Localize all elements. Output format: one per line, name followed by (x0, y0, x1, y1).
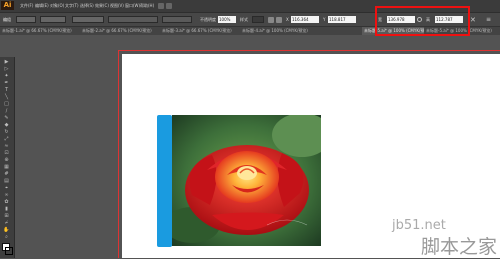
direct-selection-icon[interactable]: ▷ (3, 66, 10, 72)
gradient-tool-icon[interactable]: ▤ (3, 178, 10, 184)
document-tab[interactable]: 未标题-3.ai* @ 66.67% (CMYK/预览) (160, 27, 240, 35)
scale-tool-icon[interactable]: ⤢ (3, 136, 10, 142)
hand-tool-icon[interactable]: ✋ (3, 227, 10, 233)
tools-panel: ▶ ▷ ✦ ✒ T ╲ □ ∕ ✎ ◆ ↻ ⤢ ≈ ⊡ ⊕ ▦ # ▤ ⌖ ∞ … (0, 57, 15, 258)
pen-tool-icon[interactable]: ✒ (3, 80, 10, 86)
menu-select[interactable]: 选择(S) (80, 3, 94, 9)
rotate-tool-icon[interactable]: ↻ (3, 129, 10, 135)
line-tool-icon[interactable]: ╲ (3, 94, 10, 100)
selection-type-label: 编组 (3, 17, 11, 22)
bleed-guide-top (118, 50, 500, 51)
artboard-tool-icon[interactable]: ⊞ (3, 213, 10, 219)
pencil-tool-icon[interactable]: ✎ (3, 115, 10, 121)
shape-builder-icon[interactable]: ⊕ (3, 157, 10, 163)
magic-wand-icon[interactable]: ✦ (3, 73, 10, 79)
eyedropper-tool-icon[interactable]: ⌖ (3, 185, 10, 191)
document-tab[interactable]: 未标题-4.ai* @ 100% (CMYK/预览) (240, 27, 362, 35)
x-field[interactable]: 116.364 (291, 16, 319, 23)
transform-icon[interactable] (276, 17, 282, 23)
watermark-url: jb51.net (392, 218, 446, 233)
menu-help[interactable]: 帮助(H) (140, 3, 154, 9)
menu-window[interactable]: 窗口(W) (125, 3, 140, 9)
menu-edit[interactable]: 编辑(E) (35, 3, 49, 9)
style-dropdown[interactable] (252, 16, 264, 23)
panel-menu-icon[interactable]: ≡ (486, 16, 491, 23)
menu-object[interactable]: 对象(O) (50, 3, 64, 9)
opacity-field[interactable]: 100% (218, 16, 236, 23)
eraser-tool-icon[interactable]: ◆ (3, 122, 10, 128)
blue-rectangle-shape[interactable] (157, 115, 172, 247)
column-graph-icon[interactable]: ▮ (3, 206, 10, 212)
bridge-icon[interactable] (158, 3, 164, 9)
menu-view[interactable]: 视图(V) (110, 3, 124, 9)
style-label: 样式 (240, 17, 248, 22)
app-logo: Ai (1, 1, 14, 10)
y-label: Y (323, 17, 326, 22)
stroke-dropdown[interactable] (16, 16, 36, 23)
blend-tool-icon[interactable]: ∞ (3, 192, 10, 198)
free-transform-icon[interactable]: ⊡ (3, 150, 10, 156)
width-tool-icon[interactable]: ≈ (3, 143, 10, 149)
document-tab[interactable]: 未标题-1.ai* @ 66.67% (CMYK/预览) (0, 27, 80, 35)
menu-effect[interactable]: 效果(C) (95, 3, 109, 9)
symbol-sprayer-icon[interactable]: ✿ (3, 199, 10, 205)
align-icon[interactable] (268, 17, 274, 23)
perspective-grid-icon[interactable]: ▦ (3, 164, 10, 170)
slice-tool-icon[interactable]: ⌿ (3, 220, 10, 226)
mesh-tool-icon[interactable]: # (3, 171, 10, 177)
menu-type[interactable]: 文字(T) (65, 3, 79, 9)
arrange-documents-icon[interactable] (166, 3, 172, 9)
variable-width-dropdown[interactable] (40, 16, 66, 23)
type-tool-icon[interactable]: T (3, 87, 10, 93)
menu-file[interactable]: 文件(F) (20, 3, 33, 9)
selection-tool-icon[interactable]: ▶ (3, 59, 10, 65)
brush-dropdown[interactable] (72, 16, 104, 23)
document-tab[interactable]: 未标题-2.ai* @ 66.67% (CMYK/预览) (80, 27, 160, 35)
graphic-style-dropdown[interactable] (108, 16, 158, 23)
brush-tool-icon[interactable]: ∕ (3, 108, 10, 114)
stroke-color-swatch[interactable] (5, 247, 13, 255)
recolor-dropdown[interactable] (162, 16, 192, 23)
opacity-label: 不透明度 (200, 17, 216, 22)
bleed-guide-left (118, 50, 119, 258)
rectangle-tool-icon[interactable]: □ (3, 101, 10, 107)
transform-panel-icon[interactable]: ✕ (470, 16, 476, 24)
y-field[interactable]: 118.817 (328, 16, 356, 23)
rose-photo[interactable] (172, 115, 321, 246)
x-label: X (286, 17, 289, 22)
watermark-text: 脚本之家 (421, 236, 498, 258)
zoom-tool-icon[interactable]: ⌕ (3, 234, 10, 240)
highlight-annotation-box (375, 6, 470, 36)
